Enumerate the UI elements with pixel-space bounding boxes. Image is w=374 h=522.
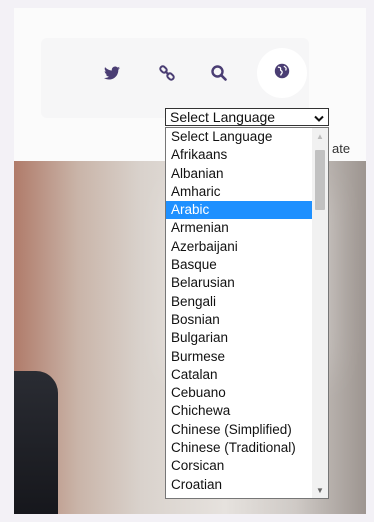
language-option[interactable]: Croatian [166,476,328,494]
partial-text: ate [332,141,351,156]
language-options-list[interactable]: Select Language Afrikaans Albanian Amharic A… [165,127,329,499]
language-option[interactable]: Amharic [166,183,328,201]
hero-figure [14,371,58,514]
chevron-down-icon [314,110,324,126]
language-option[interactable]: Burmese [166,348,328,366]
language-option[interactable]: Bulgarian [166,329,328,347]
language-option[interactable]: Azerbaijani [166,238,328,256]
language-option[interactable]: Bengali [166,293,328,311]
language-option[interactable]: Cebuano [166,384,328,402]
language-button[interactable] [257,48,307,98]
scroll-up-icon[interactable]: ▲ [316,132,324,141]
language-select[interactable]: Select Language [165,108,329,126]
language-option[interactable]: Arabic [166,201,312,220]
globe-icon [274,63,290,84]
language-option[interactable]: Corsican [166,457,328,475]
language-option[interactable]: Armenian [166,219,328,237]
language-select-value: Select Language [170,109,276,125]
language-option[interactable]: Select Language [166,128,328,146]
options-scrollbar[interactable]: ▲ ▼ [312,128,328,498]
language-option[interactable]: Catalan [166,366,328,384]
language-option[interactable]: Afrikaans [166,146,328,164]
header-toolbar [41,38,309,118]
language-option[interactable]: Bosnian [166,311,328,329]
language-option[interactable]: Albanian [166,165,328,183]
options-scrollbar-thumb[interactable] [315,150,325,210]
scroll-down-icon[interactable]: ▼ [316,486,324,495]
language-option[interactable]: Chinese (Simplified) [166,421,328,439]
link-icon[interactable] [154,60,180,86]
language-option[interactable]: Chinese (Traditional) [166,439,328,457]
language-option[interactable]: Belarusian [166,274,328,292]
twitter-icon[interactable] [99,60,125,86]
search-icon[interactable] [206,60,232,86]
language-option[interactable]: Chichewa [166,402,328,420]
language-option[interactable]: Basque [166,256,328,274]
